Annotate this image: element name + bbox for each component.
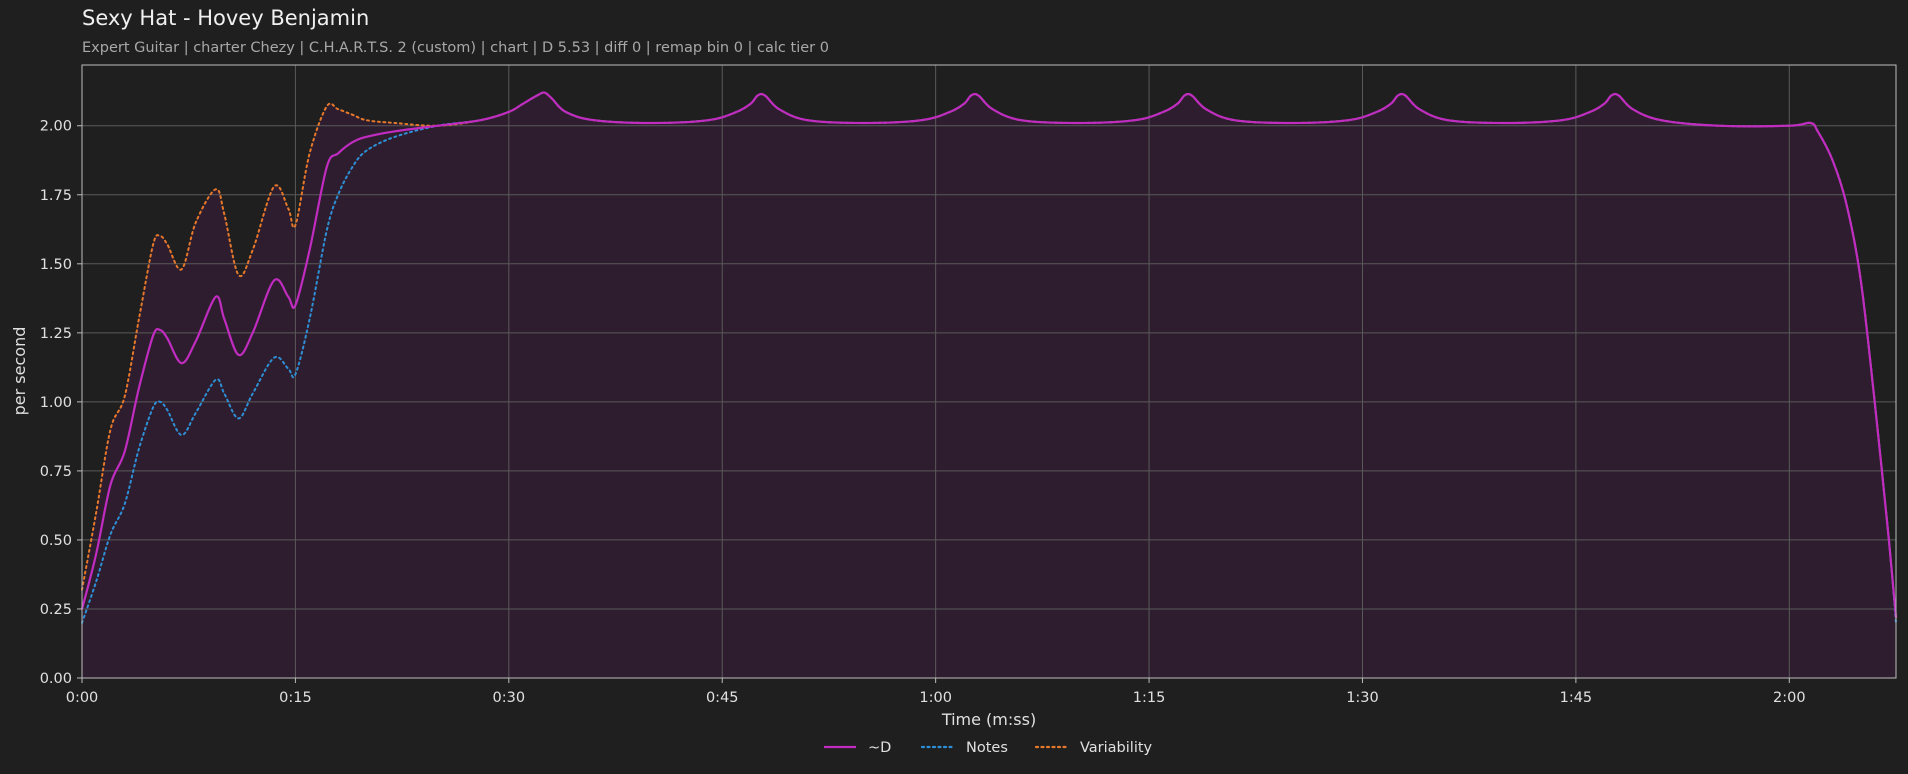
x-tick-label: 0:45 [706,690,739,706]
y-tick-label: 1.50 [40,257,72,273]
y-tick-label: 1.25 [40,326,72,342]
area-fill [82,92,1896,678]
y-tick-label: 0.25 [40,602,72,618]
line-chart: 0:00 0:15 0:30 0:45 1:00 1:15 1:30 1:45 2:00 0.0… [10,64,1898,756]
y-tick-label: 0.75 [40,464,72,480]
x-tick-label: 1:15 [1133,690,1166,706]
x-tick-label: 1:30 [1346,690,1379,706]
y-tick-label: 1.75 [40,188,72,204]
x-tick-label: 1:00 [919,690,952,706]
x-tick-label: 0:15 [279,690,312,706]
x-tick-label: 2:00 [1773,690,1806,706]
x-tick-label: 1:45 [1560,690,1593,706]
y-axis-label: per second [10,327,29,416]
legend-label: ~D [868,740,891,756]
legend-label: Notes [966,740,1008,756]
y-tick-label: 0.50 [40,533,72,549]
x-tick-label: 0:30 [493,690,526,706]
legend-label: Variability [1080,740,1153,756]
y-tick-label: 0.00 [40,671,72,687]
x-axis-label: Time (m:ss) [941,710,1036,729]
x-tick-label: 0:00 [66,690,99,706]
legend: ~D Notes Variability [824,740,1153,756]
y-tick-label: 1.00 [40,395,72,411]
y-tick-label: 2.00 [40,119,72,135]
